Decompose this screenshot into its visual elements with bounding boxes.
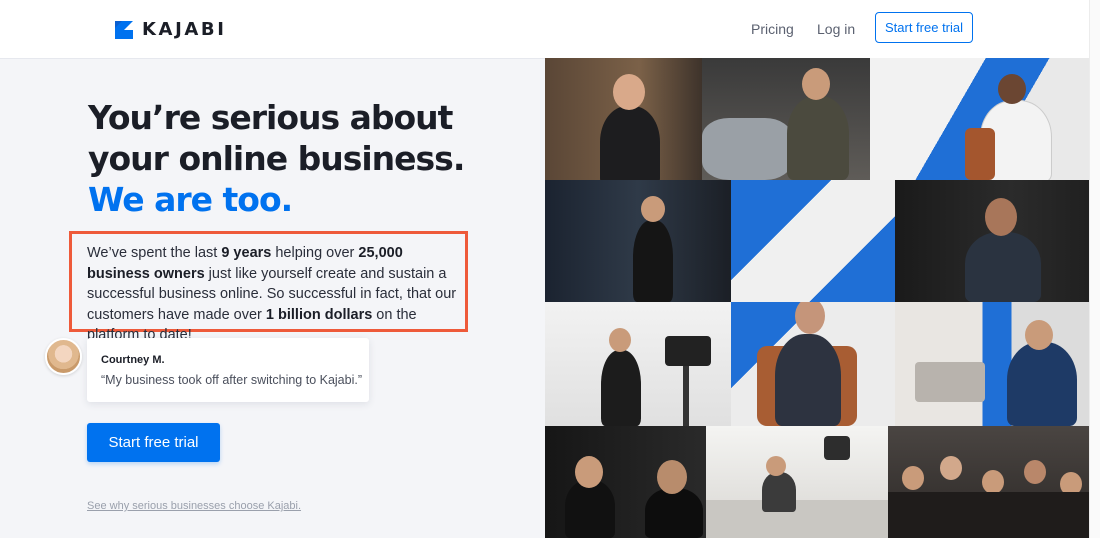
photo-blue-diagonal-wall — [731, 180, 895, 302]
headline-accent: We are too. — [88, 180, 293, 219]
photo-couple-dark — [545, 426, 706, 538]
kajabi-logo[interactable]: KAJABI — [115, 19, 227, 40]
photo-audience-crowd — [888, 426, 1089, 538]
testimonial-quote: “My business took off after switching to… — [101, 373, 362, 387]
desc-bold-dollars: 1 billion dollars — [265, 306, 373, 323]
logo-text: KAJABI — [142, 19, 227, 40]
page-scrollbar[interactable] — [1089, 0, 1100, 538]
see-why-link[interactable]: See why serious businesses choose Kajabi… — [87, 500, 301, 512]
photo-man-lounge — [895, 302, 1089, 426]
photo-woman-gym — [545, 180, 731, 302]
testimonial-card: Courtney M. “My business took off after … — [87, 338, 369, 402]
photo-man-blue-wall — [870, 58, 1089, 180]
photo-woman-studio-camera — [545, 302, 731, 426]
headline-line-2: your online business. — [88, 139, 465, 178]
hero-headline: You’re serious about your online busines… — [88, 97, 528, 220]
photo-man-dark-portrait — [895, 180, 1089, 302]
photo-man-motorcycle — [702, 58, 870, 180]
desc-text-1: We’ve spent the last — [87, 245, 222, 261]
site-header: KAJABI Pricing Log in Start free trial — [0, 0, 1089, 59]
hero-description: We’ve spent the last 9 years helping ove… — [87, 243, 467, 346]
hero-start-trial-button[interactable]: Start free trial — [87, 423, 220, 462]
testimonial-name: Courtney M. — [101, 354, 165, 366]
nav-login-link[interactable]: Log in — [817, 21, 855, 37]
photo-woman-kitchen — [706, 426, 888, 538]
photo-woman-brick-wall — [545, 58, 702, 180]
photo-man-armchair — [731, 302, 895, 426]
testimonial-avatar — [45, 338, 82, 375]
kajabi-logo-icon — [115, 20, 133, 39]
desc-text-2: helping over — [271, 245, 359, 261]
header-start-trial-button[interactable]: Start free trial — [875, 12, 973, 43]
nav-pricing-link[interactable]: Pricing — [751, 21, 794, 37]
customer-photo-grid — [545, 58, 1089, 538]
desc-bold-years: 9 years — [221, 245, 272, 261]
headline-line-1: You’re serious about — [88, 98, 453, 137]
